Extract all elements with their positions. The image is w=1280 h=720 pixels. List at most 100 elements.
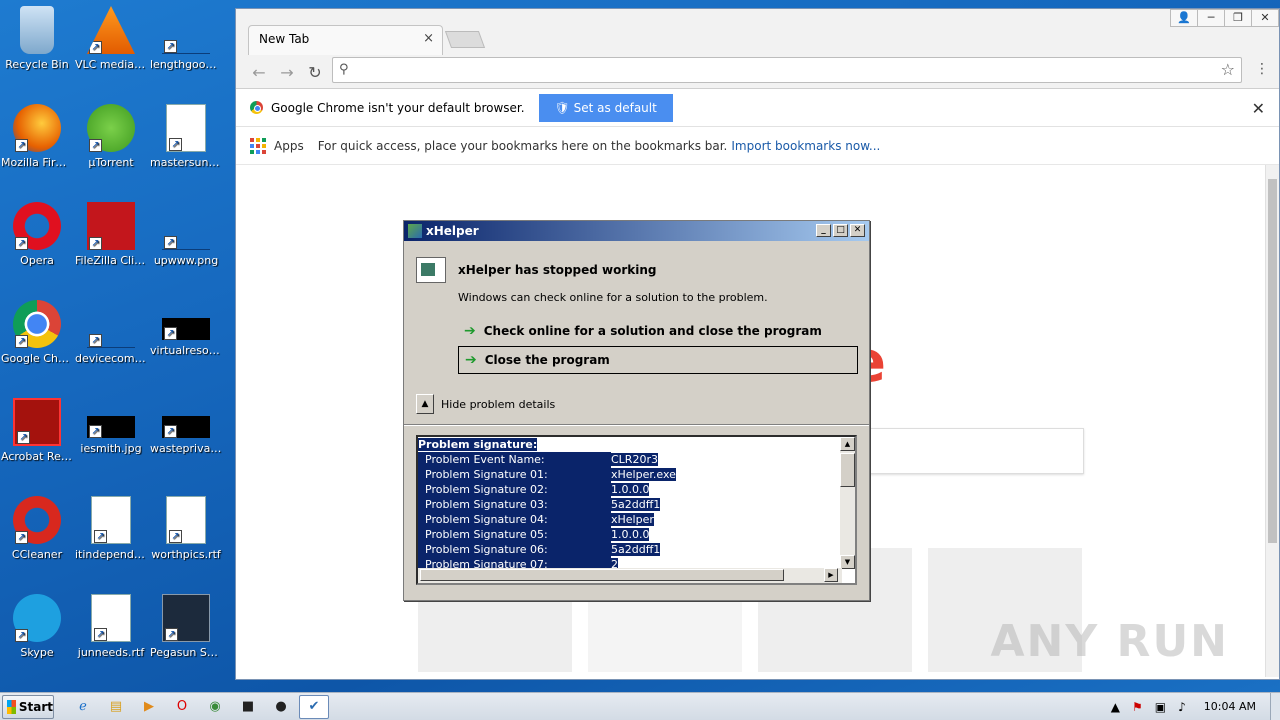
chrome-icon: ↗ — [13, 300, 61, 348]
import-bookmarks-link[interactable]: Import bookmarks now... — [731, 139, 880, 153]
chevron-up-icon[interactable]: ▲ — [416, 394, 434, 414]
desktop-icon-label: VLC media player — [75, 58, 148, 71]
forward-icon[interactable]: → — [276, 63, 298, 82]
desktop-icon[interactable]: ↗ µTorrent — [74, 104, 148, 169]
scroll-up-icon[interactable]: ▲ — [840, 437, 855, 451]
apps-grid-icon[interactable] — [250, 137, 266, 154]
desktop-icon[interactable]: ↗ iesmith.jpg — [74, 398, 148, 455]
check-online-option[interactable]: ➔ Check online for a solution and close … — [458, 317, 858, 345]
detail-row: Problem Signature 04: xHelper — [418, 512, 842, 527]
divider — [404, 424, 869, 426]
action-center-icon[interactable]: ⚑ — [1132, 700, 1143, 714]
dialog-title: xHelper — [426, 224, 479, 238]
detail-value: 5a2ddff1 — [611, 543, 661, 556]
omnibox[interactable]: ⚲ ☆ — [332, 57, 1242, 83]
scrollbar-thumb[interactable] — [1268, 179, 1277, 543]
chrome-logo-icon — [250, 101, 263, 114]
desktop-icon[interactable]: ↗ worthpics.rtf — [149, 496, 223, 561]
detail-row: Problem Signature 03: 5a2ddff1 — [418, 497, 842, 512]
desktop-icon[interactable]: ↗ Acrobat Reader DC — [0, 398, 74, 463]
tab-close-icon[interactable]: × — [423, 31, 434, 46]
close-program-option[interactable]: ➔ Close the program — [458, 346, 858, 374]
new-tab-button[interactable] — [444, 31, 486, 48]
scrollbar-thumb[interactable] — [420, 569, 784, 581]
desktop-icon[interactable]: ↗ FileZilla Client — [74, 202, 148, 267]
desktop-icon[interactable]: ↗ Opera — [0, 202, 74, 267]
default-browser-infobar: Google Chrome isn't your default browser… — [236, 89, 1279, 127]
dialog-header: xHelper has stopped working — [416, 257, 657, 283]
desktop-icon[interactable]: ↗ Skype — [0, 594, 74, 659]
shortcut-arrow-icon: ↗ — [94, 628, 107, 641]
desktop-icon[interactable]: ↗ VLC media player — [74, 6, 148, 71]
detail-row: Problem Signature 05: 1.0.0.0 — [418, 527, 842, 542]
profile-icon[interactable]: 👤 — [1170, 9, 1198, 27]
search-icon: ⚲ — [339, 62, 349, 77]
back-icon[interactable]: ← — [248, 63, 270, 82]
desktop-icon[interactable]: ↗ devicecomp... — [74, 300, 148, 365]
system-tray: ▲ ⚑ ▣ ♪ 10:04 AM — [1105, 693, 1270, 720]
start-button[interactable]: Start — [2, 694, 54, 719]
desktop-icon[interactable]: ↗ CCleaner — [0, 496, 74, 561]
desktop-icon[interactable]: ↗ mastersun.rtf — [149, 104, 223, 169]
windows-logo-icon — [7, 699, 16, 714]
restore-button[interactable]: ❐ — [1224, 9, 1252, 27]
desktop-icon-label: mastersun.rtf — [150, 156, 223, 169]
scrollbar-thumb[interactable] — [840, 453, 855, 487]
close-button[interactable]: ✕ — [850, 224, 865, 237]
desktop-icon[interactable]: Recycle Bin — [0, 6, 74, 71]
show-hidden-icon[interactable]: ▲ — [1111, 700, 1120, 714]
problem-details-box[interactable]: Problem signature: Problem Event Name: CL… — [416, 435, 857, 585]
clock[interactable]: 10:04 AM — [1204, 700, 1256, 713]
close-window-button[interactable]: ✕ — [1251, 9, 1279, 27]
set-default-button[interactable]: 🛡 Set as default — [538, 93, 673, 122]
watermark: ANY RUN — [990, 616, 1229, 667]
infobar-close-icon[interactable]: ✕ — [1252, 99, 1265, 118]
recycle-bin-icon — [20, 6, 54, 54]
menu-icon[interactable]: ⋮ — [1255, 61, 1269, 77]
minimize-button[interactable]: ─ — [1197, 9, 1225, 27]
pegasun-icon: ↗ — [162, 594, 210, 642]
scroll-down-icon[interactable]: ▼ — [840, 555, 855, 569]
desktop-icon-label: worthpics.rtf — [151, 548, 221, 561]
ie-icon[interactable]: ℯ — [68, 695, 98, 719]
tab-new-tab[interactable]: New Tab × — [248, 25, 443, 55]
app-icon[interactable]: ● — [266, 695, 296, 719]
explorer-icon[interactable]: ▤ — [101, 695, 131, 719]
maximize-button[interactable]: □ — [833, 224, 848, 237]
bookmark-star-icon[interactable]: ☆ — [1221, 60, 1235, 79]
desktop-icon-label: Google Chrome — [1, 352, 74, 365]
show-desktop-button[interactable] — [1270, 692, 1280, 720]
desktop-icon[interactable]: ↗ wasteprivac... — [149, 398, 223, 455]
apps-link[interactable]: Apps — [274, 139, 304, 153]
desktop-icon[interactable]: ↗ virtualresolu... — [149, 300, 223, 357]
desktop-icon[interactable]: ↗ Mozilla Firefox — [0, 104, 74, 169]
minimize-button[interactable]: _ — [816, 224, 831, 237]
shortcut-arrow-icon: ↗ — [169, 530, 182, 543]
desktop-icon[interactable]: ↗ upwww.png — [149, 202, 223, 267]
ntp-search-box[interactable] — [866, 428, 1084, 474]
opera-icon[interactable]: O — [167, 695, 197, 719]
details-vscrollbar[interactable]: ▲ ▼ — [840, 437, 855, 569]
detail-key: Problem Signature 02: — [418, 482, 611, 497]
vlc-icon: ↗ — [87, 6, 135, 54]
chrome-icon[interactable]: ◉ — [200, 695, 230, 719]
network-icon[interactable]: ▣ — [1155, 700, 1166, 714]
cmd-icon[interactable]: ■ — [233, 695, 263, 719]
word-doc-icon: ↗ — [91, 496, 131, 544]
desktop-icon[interactable]: ↗ itindepende... — [74, 496, 148, 561]
xhelper-taskbar-icon[interactable]: ✔ — [299, 694, 329, 719]
page-scrollbar[interactable] — [1265, 165, 1279, 677]
scroll-right-icon[interactable]: ▶ — [824, 568, 838, 582]
reload-icon[interactable]: ↻ — [304, 63, 326, 82]
toggle-details[interactable]: ▲ Hide problem details — [416, 394, 555, 414]
desktop-icon[interactable]: ↗ junneeds.rtf — [74, 594, 148, 659]
desktop-icon[interactable]: ↗ lengthgood... — [149, 6, 223, 71]
media-player-icon[interactable]: ▶ — [134, 695, 164, 719]
volume-icon[interactable]: ♪ — [1178, 700, 1186, 714]
desktop-icon[interactable]: ↗ Google Chrome — [0, 300, 74, 365]
details-hscrollbar[interactable]: ▶ — [418, 568, 842, 583]
desktop-icon[interactable]: ↗ Pegasun Syste... — [149, 594, 223, 659]
utorrent-icon: ↗ — [87, 104, 135, 152]
acrobat-icon: ↗ — [13, 398, 61, 446]
detail-key: Problem Signature 05: — [418, 527, 611, 542]
